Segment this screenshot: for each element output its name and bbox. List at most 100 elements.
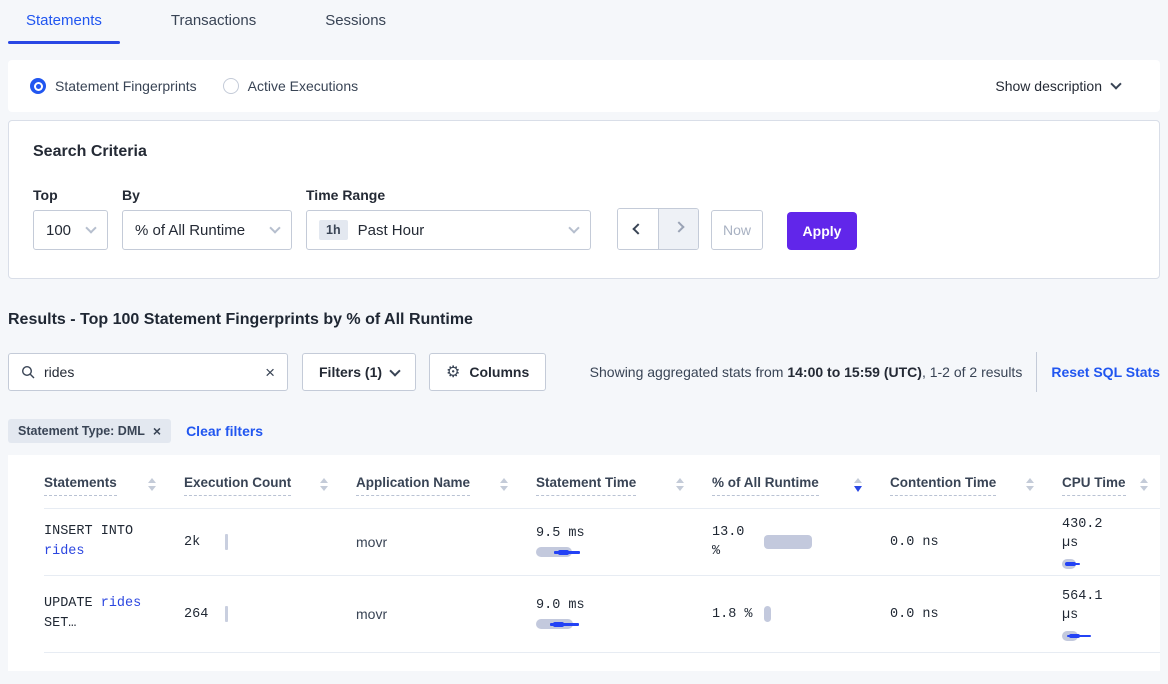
- table-row: INSERT INTO rides 2k movr 9.5 ms 13.0 % …: [44, 509, 1160, 576]
- by-control: By % of All Runtime: [122, 187, 292, 250]
- tab-statements[interactable]: Statements: [8, 0, 120, 44]
- runtime-pct-value: 1.8 %: [712, 605, 754, 624]
- by-select-value: % of All Runtime: [135, 222, 245, 239]
- header-contention-time[interactable]: Contention Time: [890, 475, 1062, 508]
- tab-sessions[interactable]: Sessions: [307, 0, 404, 44]
- time-range-label: Time Range: [306, 187, 591, 203]
- top-select[interactable]: 100: [33, 210, 108, 250]
- reset-sql-stats-link[interactable]: Reset SQL Stats: [1051, 364, 1160, 380]
- stats-prefix: Showing aggregated stats from: [590, 364, 788, 380]
- cpu-time-value: 430.2 µs: [1062, 515, 1114, 553]
- statement-table-link[interactable]: rides: [44, 544, 85, 559]
- chevron-down-icon: [1110, 78, 1121, 89]
- chevron-left-icon: [632, 223, 643, 234]
- now-button[interactable]: Now: [711, 210, 763, 250]
- time-range-control: Time Range 1h Past Hour: [306, 187, 591, 250]
- chevron-down-icon: [389, 365, 400, 376]
- radio-selected-icon: [30, 78, 46, 94]
- runtime-pct-bar: [764, 535, 812, 549]
- table-row: UPDATE rides SET… 264 movr 9.0 ms 1.8 % …: [44, 576, 1160, 653]
- search-criteria-panel: Search Criteria Top 100 By % of All Runt…: [8, 120, 1160, 279]
- header-cpu-time[interactable]: CPU Time: [1062, 475, 1160, 508]
- header-label[interactable]: CPU Time: [1062, 475, 1126, 496]
- application-name-cell: movr: [356, 534, 536, 550]
- columns-button[interactable]: ⚙ Columns: [429, 353, 546, 391]
- cpu-time-cell: 430.2 µs: [1062, 515, 1160, 570]
- filters-button[interactable]: Filters (1): [302, 353, 416, 391]
- cpu-time-bar: [1062, 630, 1134, 642]
- show-description-toggle[interactable]: Show description: [995, 78, 1120, 94]
- results-heading: Results - Top 100 Statement Fingerprints…: [8, 311, 1160, 329]
- previous-time-range-button[interactable]: [618, 209, 658, 249]
- statement-table-link[interactable]: rides: [101, 596, 142, 611]
- chevron-down-icon: [269, 222, 280, 233]
- statements-table: Statements Execution Count Application N…: [8, 455, 1160, 671]
- header-label[interactable]: Statements: [44, 475, 117, 496]
- show-description-label: Show description: [995, 78, 1102, 94]
- execution-count-cell: 2k: [184, 535, 356, 550]
- top-control: Top 100: [33, 187, 108, 250]
- remove-filter-icon[interactable]: ×: [153, 424, 161, 438]
- by-label: By: [122, 187, 292, 203]
- statement-time-cell: 9.5 ms: [536, 526, 712, 558]
- clear-search-icon[interactable]: ×: [265, 364, 275, 381]
- header-statements[interactable]: Statements: [44, 475, 184, 508]
- runtime-pct-bar: [764, 606, 771, 622]
- sort-icon-descending-active[interactable]: [854, 475, 862, 492]
- applied-filters-row: Statement Type: DML × Clear filters: [8, 419, 1160, 443]
- header-label[interactable]: Contention Time: [890, 475, 996, 496]
- statement-cell[interactable]: INSERT INTO rides: [44, 522, 160, 562]
- runtime-pct-value: 13.0 %: [712, 523, 754, 561]
- runtime-pct-cell: 1.8 %: [712, 605, 890, 624]
- statement-time-bar: [536, 618, 608, 630]
- time-shift-buttons: [617, 208, 699, 250]
- results-toolbar: × Filters (1) ⚙ Columns Showing aggregat…: [8, 352, 1160, 392]
- radio-unselected-icon: [223, 78, 239, 94]
- chevron-right-icon: [673, 221, 684, 232]
- sort-icon[interactable]: [676, 475, 684, 491]
- cpu-time-cell: 564.1 µs: [1062, 587, 1160, 642]
- search-icon: [21, 365, 35, 379]
- time-range-select[interactable]: 1h Past Hour: [306, 210, 591, 250]
- filter-chip-statement-type[interactable]: Statement Type: DML ×: [8, 419, 171, 443]
- cpu-time-value: 564.1 µs: [1062, 587, 1114, 625]
- header-label[interactable]: Application Name: [356, 475, 470, 496]
- sort-icon[interactable]: [1140, 475, 1148, 491]
- tab-bar: Statements Transactions Sessions: [0, 0, 1168, 44]
- radio-label: Statement Fingerprints: [55, 78, 197, 94]
- execution-count-value: 2k: [184, 535, 200, 550]
- sort-icon[interactable]: [148, 475, 156, 491]
- sort-icon[interactable]: [1026, 475, 1034, 491]
- by-select[interactable]: % of All Runtime: [122, 210, 292, 250]
- contention-time-cell: 0.0 ns: [890, 607, 1062, 622]
- statement-search-box[interactable]: ×: [8, 353, 288, 391]
- count-bar: [225, 606, 228, 622]
- header-label[interactable]: Execution Count: [184, 475, 291, 496]
- statement-time-value: 9.0 ms: [536, 598, 585, 613]
- statement-cell[interactable]: UPDATE rides SET…: [44, 594, 160, 634]
- next-time-range-button[interactable]: [658, 209, 698, 249]
- header-application-name[interactable]: Application Name: [356, 475, 536, 508]
- radio-statement-fingerprints[interactable]: Statement Fingerprints: [30, 78, 197, 94]
- radio-active-executions[interactable]: Active Executions: [223, 78, 359, 94]
- header-label[interactable]: Statement Time: [536, 475, 636, 496]
- header-execution-count[interactable]: Execution Count: [184, 475, 356, 508]
- vertical-divider: [1036, 352, 1037, 392]
- gear-icon: ⚙: [446, 362, 460, 382]
- filter-chip-label: Statement Type: DML: [18, 424, 145, 438]
- columns-label: Columns: [469, 364, 529, 380]
- contention-time-cell: 0.0 ns: [890, 535, 1062, 550]
- apply-button[interactable]: Apply: [787, 212, 857, 250]
- sort-icon[interactable]: [320, 475, 328, 491]
- search-input[interactable]: [44, 364, 265, 380]
- header-label[interactable]: % of All Runtime: [712, 475, 819, 496]
- chevron-down-icon: [568, 222, 579, 233]
- statement-time-bar: [536, 546, 608, 558]
- header-runtime-pct[interactable]: % of All Runtime: [712, 475, 890, 508]
- sort-icon[interactable]: [500, 475, 508, 491]
- tab-transactions[interactable]: Transactions: [153, 0, 274, 44]
- statement-time-value: 9.5 ms: [536, 526, 585, 541]
- view-toggle-strip: Statement Fingerprints Active Executions…: [8, 60, 1160, 112]
- clear-filters-link[interactable]: Clear filters: [186, 423, 263, 439]
- header-statement-time[interactable]: Statement Time: [536, 475, 712, 508]
